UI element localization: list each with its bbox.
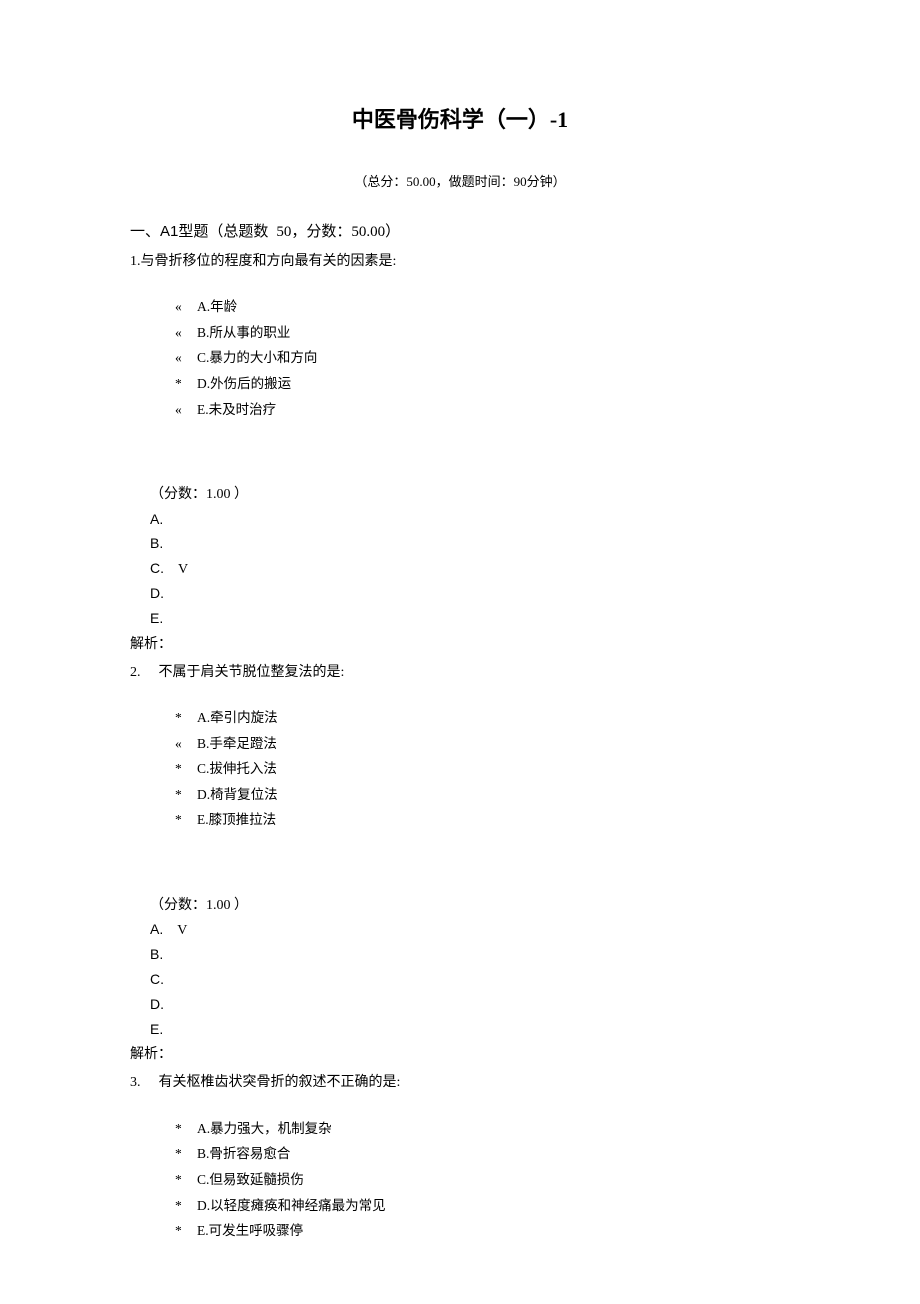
bullet-icon: * — [175, 1193, 197, 1219]
bullet-icon: * — [175, 705, 197, 731]
bullet-icon: * — [175, 371, 197, 397]
option-b: *B.骨折容易愈合 — [175, 1141, 790, 1167]
option-text: B.手牵足蹬法 — [197, 736, 277, 751]
option-c: *C.但易致延髓损伤 — [175, 1167, 790, 1193]
option-text: A.年龄 — [197, 299, 237, 314]
question-3-num: 3. — [130, 1070, 141, 1095]
option-text: D.椅背复位法 — [197, 787, 278, 802]
option-a: *A.牵引内旋法 — [175, 705, 790, 731]
answer-e: E. — [150, 607, 790, 632]
bullet-icon: * — [175, 807, 197, 833]
option-text: B.所从事的职业 — [197, 325, 290, 340]
option-b: «B.手牵足蹬法 — [175, 731, 790, 757]
bullet-icon: « — [175, 320, 197, 346]
question-1-score: （分数：1.00 ） — [150, 482, 790, 507]
question-2-text: 不属于肩关节脱位整复法的是: — [159, 665, 345, 680]
question-1-num: 1. — [130, 254, 141, 269]
bullet-icon: * — [175, 1218, 197, 1244]
section-count-label: （总题数 — [208, 224, 268, 240]
question-2-analysis: 解析： — [130, 1042, 790, 1067]
option-e: «E.未及时治疗 — [175, 397, 790, 423]
bullet-icon: * — [175, 782, 197, 808]
question-1-stem: 1.与骨折移位的程度和方向最有关的因素是: — [130, 249, 790, 274]
section-type: A1型题 — [160, 223, 208, 240]
answer-e: E. — [150, 1018, 790, 1043]
option-d: *D.以轻度瘫痪和神经痛最为常见 — [175, 1193, 790, 1219]
bullet-icon: * — [175, 1141, 197, 1167]
question-2-options: *A.牵引内旋法 «B.手牵足蹬法 *C.拔伸托入法 *D.椅背复位法 *E.膝… — [175, 705, 790, 833]
answer-a: A.V — [150, 918, 790, 943]
answer-b: B. — [150, 943, 790, 968]
option-text: C.拔伸托入法 — [197, 761, 277, 776]
bullet-icon: « — [175, 397, 197, 423]
question-3-stem: 3. 有关枢椎齿状突骨折的叙述不正确的是: — [130, 1070, 790, 1095]
option-text: D.外伤后的搬运 — [197, 376, 291, 391]
option-d: *D.外伤后的搬运 — [175, 371, 790, 397]
option-a: *A.暴力强大，机制复杂 — [175, 1116, 790, 1142]
answer-a: A. — [150, 508, 790, 533]
bullet-icon: « — [175, 731, 197, 757]
option-e: *E.膝顶推拉法 — [175, 807, 790, 833]
question-2-score: （分数：1.00 ） — [150, 893, 790, 918]
option-e: *E.可发生呼吸骤停 — [175, 1218, 790, 1244]
answer-c: C.V — [150, 557, 790, 582]
section-count-value: 50，分数：50.00） — [276, 224, 400, 240]
bullet-icon: * — [175, 1167, 197, 1193]
exam-title: 中医骨伤科学（一）-1 — [130, 100, 790, 140]
option-text: A.牵引内旋法 — [197, 710, 278, 725]
question-3-options: *A.暴力强大，机制复杂 *B.骨折容易愈合 *C.但易致延髓损伤 *D.以轻度… — [175, 1116, 790, 1244]
bullet-icon: * — [175, 756, 197, 782]
option-c: *C.拔伸托入法 — [175, 756, 790, 782]
bullet-icon: * — [175, 1116, 197, 1142]
question-1-options: «A.年龄 «B.所从事的职业 «C.暴力的大小和方向 *D.外伤后的搬运 «E… — [175, 294, 790, 422]
section-header: 一、A1型题（总题数 50，分数：50.00） — [130, 218, 790, 246]
answer-c: C. — [150, 968, 790, 993]
question-1-text: 与骨折移位的程度和方向最有关的因素是: — [141, 254, 397, 269]
bullet-icon: « — [175, 294, 197, 320]
option-b: «B.所从事的职业 — [175, 320, 790, 346]
option-text: E.未及时治疗 — [197, 402, 276, 417]
option-c: «C.暴力的大小和方向 — [175, 345, 790, 371]
exam-subtitle: （总分：50.00，做题时间：90分钟） — [130, 170, 790, 193]
option-a: «A.年龄 — [175, 294, 790, 320]
option-text: B.骨折容易愈合 — [197, 1146, 290, 1161]
check-icon: V — [178, 562, 188, 577]
question-2-num: 2. — [130, 660, 141, 685]
option-text: C.但易致延髓损伤 — [197, 1172, 304, 1187]
question-1-analysis: 解析： — [130, 632, 790, 657]
check-icon: V — [177, 923, 187, 938]
answer-d: D. — [150, 582, 790, 607]
option-text: A.暴力强大，机制复杂 — [197, 1121, 332, 1136]
option-d: *D.椅背复位法 — [175, 782, 790, 808]
answer-b: B. — [150, 532, 790, 557]
question-3-text: 有关枢椎齿状突骨折的叙述不正确的是: — [159, 1075, 401, 1090]
answer-d: D. — [150, 993, 790, 1018]
option-text: E.膝顶推拉法 — [197, 812, 276, 827]
option-text: D.以轻度瘫痪和神经痛最为常见 — [197, 1198, 386, 1213]
question-2-stem: 2. 不属于肩关节脱位整复法的是: — [130, 660, 790, 685]
section-prefix: 一、 — [130, 224, 160, 240]
option-text: C.暴力的大小和方向 — [197, 350, 317, 365]
option-text: E.可发生呼吸骤停 — [197, 1223, 303, 1238]
bullet-icon: « — [175, 345, 197, 371]
